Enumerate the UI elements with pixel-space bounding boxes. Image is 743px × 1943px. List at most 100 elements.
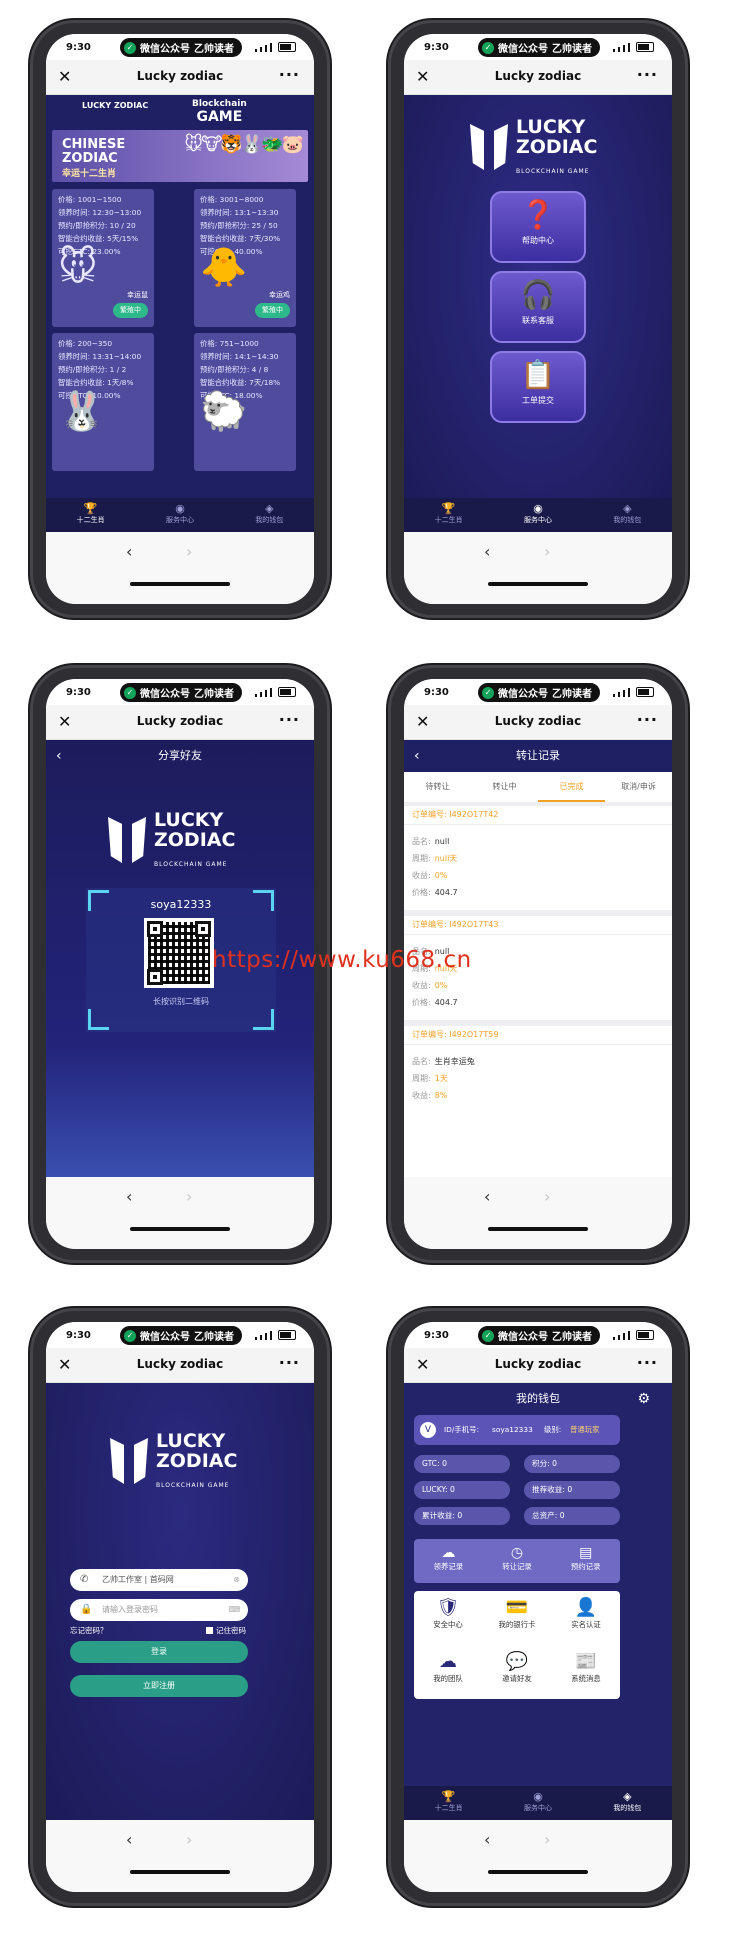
more-icon[interactable]: ··· bbox=[279, 1353, 300, 1372]
zodiac-banner[interactable]: CHINESE ZODIAC 幸运十二生肖 🐭🐮🐯🐰🐲🐷 bbox=[52, 130, 308, 182]
reservation-records-button[interactable]: ▤ 预约记录 bbox=[551, 1539, 620, 1583]
security-center-button[interactable]: 🛡 安全中心 bbox=[414, 1591, 482, 1643]
wechat-account: 乙帅读者 bbox=[552, 689, 592, 700]
back-icon[interactable]: ‹ bbox=[414, 740, 420, 772]
home-indicator[interactable] bbox=[130, 582, 230, 586]
records-bar: ☁ 领养记录 ◷ 转让记录 ▤ 预约记录 bbox=[414, 1539, 620, 1583]
service-icon: ◉ bbox=[533, 1790, 543, 1803]
tab-in-progress[interactable]: 转让中 bbox=[471, 772, 538, 802]
banner-title: CHINESE ZODIAC bbox=[62, 138, 125, 166]
home-indicator[interactable] bbox=[488, 1870, 588, 1874]
more-icon[interactable]: ··· bbox=[279, 710, 300, 729]
logo-line1: LUCKY bbox=[154, 809, 224, 831]
forward-icon[interactable]: › bbox=[186, 542, 192, 561]
forward-icon[interactable]: › bbox=[544, 1830, 550, 1849]
home-indicator[interactable] bbox=[488, 1227, 588, 1231]
grid-label: 实名认证 bbox=[571, 1620, 601, 1629]
tab-wallet[interactable]: ◈ 我的钱包 bbox=[583, 498, 672, 532]
wechat-icon: ✓ bbox=[482, 41, 494, 54]
more-icon[interactable]: ··· bbox=[279, 65, 300, 84]
forward-icon[interactable]: › bbox=[186, 1187, 192, 1206]
tab-service[interactable]: ◉ 服务中心 bbox=[493, 1786, 582, 1820]
card-icon: 💳 bbox=[505, 1597, 529, 1618]
tab-pending[interactable]: 待转让 bbox=[404, 772, 471, 802]
qr-hint: 长按识别二维码 bbox=[153, 997, 209, 1006]
forgot-password-link[interactable]: 忘记密码？ bbox=[70, 1625, 108, 1636]
page-title: Lucky zodiac bbox=[494, 69, 582, 83]
bank-card-button[interactable]: 💳 我的银行卡 bbox=[483, 1591, 551, 1643]
back-icon[interactable]: ‹ bbox=[126, 1830, 132, 1849]
order-card[interactable]: 订单编号: I492O17T42 品名: null 周期: null天 收益: 0% … bbox=[404, 806, 672, 910]
tab-service[interactable]: ◉ 服务中心 bbox=[493, 498, 582, 532]
invite-friends-button[interactable]: 💬 邀请好友 bbox=[483, 1645, 551, 1697]
more-icon[interactable]: ··· bbox=[637, 1353, 658, 1372]
more-icon[interactable]: ··· bbox=[637, 65, 658, 84]
home-indicator[interactable] bbox=[130, 1227, 230, 1231]
back-icon[interactable]: ‹ bbox=[484, 1830, 490, 1849]
settings-gear-icon[interactable]: ⚙ bbox=[637, 1383, 650, 1415]
back-icon[interactable]: ‹ bbox=[126, 542, 132, 561]
card-status-button[interactable]: 繁殖中 bbox=[255, 303, 290, 318]
order-card[interactable]: 订单编号: I492O17T59 品名: 生肖幸运兔 周期: 1天 收益: 8% bbox=[404, 1026, 672, 1177]
more-icon[interactable]: ··· bbox=[637, 710, 658, 729]
forward-icon[interactable]: › bbox=[544, 542, 550, 561]
card-time: 领养时间: 13:31~14:00 bbox=[58, 352, 142, 361]
back-icon[interactable]: ‹ bbox=[484, 542, 490, 561]
zodiac-card[interactable]: 价格: 3001~8000 领养时间: 13:1~13:30 预约/即抢积分: … bbox=[194, 189, 296, 327]
tab-service[interactable]: ◉ 服务中心 bbox=[135, 498, 224, 532]
wechat-label: 微信公众号 bbox=[498, 1332, 548, 1343]
page-title: Lucky zodiac bbox=[494, 714, 582, 728]
browser-nav: ‹ › bbox=[404, 1820, 672, 1892]
verification-button[interactable]: 👤 实名认证 bbox=[552, 1591, 620, 1643]
zodiac-card[interactable]: 价格: 1001~1500 领养时间: 12:30~13:00 预约/即抢积分:… bbox=[52, 189, 154, 327]
card-yield: 智能合约收益: 5天/15% bbox=[58, 234, 139, 243]
status-time: 9:30 bbox=[66, 1330, 91, 1341]
tab-label: 我的钱包 bbox=[613, 1804, 642, 1812]
title-bar: ✕ Lucky zodiac ··· bbox=[404, 705, 672, 740]
zodiac-card[interactable]: 价格: 200~350 领养时间: 13:31~14:00 预约/即抢积分: 1… bbox=[52, 333, 154, 471]
tab-cancel-appeal[interactable]: 取消/申诉 bbox=[605, 772, 672, 802]
back-icon[interactable]: ‹ bbox=[484, 1187, 490, 1206]
back-icon[interactable]: ‹ bbox=[126, 1187, 132, 1206]
cloud-upload-icon: ☁ bbox=[441, 1545, 456, 1561]
clear-icon[interactable]: ⊗ bbox=[233, 1569, 240, 1591]
app-logo: LUCKY ZODIAC BLOCKCHAIN GAME bbox=[110, 1431, 237, 1491]
forward-icon[interactable]: › bbox=[544, 1187, 550, 1206]
card-status-button[interactable]: 繁殖中 bbox=[113, 303, 148, 318]
keyboard-icon[interactable]: ⌨ bbox=[228, 1599, 240, 1621]
title-bar: ✕ Lucky zodiac ··· bbox=[404, 1348, 672, 1383]
zodiac-card[interactable]: 价格: 751~1000 领养时间: 14:1~14:30 预约/即抢积分: 4… bbox=[194, 333, 296, 471]
transfer-records-button[interactable]: ◷ 转让记录 bbox=[483, 1539, 552, 1583]
tab-wallet[interactable]: ◈ 我的钱包 bbox=[583, 1786, 672, 1820]
forward-icon[interactable]: › bbox=[186, 1830, 192, 1849]
home-indicator[interactable] bbox=[130, 1870, 230, 1874]
back-icon[interactable]: ‹ bbox=[56, 740, 62, 772]
submit-ticket-button[interactable]: 📋 工单提交 bbox=[490, 351, 586, 423]
remember-checkbox[interactable] bbox=[206, 1627, 213, 1634]
login-button[interactable]: 登录 bbox=[70, 1641, 248, 1663]
zodiac-characters-image: 🐭🐮🐯🐰🐲🐷 bbox=[184, 134, 304, 155]
my-team-button[interactable]: ☁ 我的团队 bbox=[414, 1645, 482, 1697]
trophy-icon: 🏆 bbox=[441, 502, 456, 515]
title-bar: ✕ Lucky zodiac ··· bbox=[46, 1348, 314, 1383]
register-button[interactable]: 立即注册 bbox=[70, 1675, 248, 1697]
remember-password[interactable]: 记住密码 bbox=[206, 1625, 246, 1636]
wallet-header: 我的钱包 ⚙ bbox=[404, 1383, 672, 1415]
help-center-button[interactable]: ❓ 帮助中心 bbox=[490, 191, 586, 263]
status-bar: 9:30 ✓ 微信公众号 乙帅读者 bbox=[46, 679, 314, 705]
tab-zodiac[interactable]: 🏆 十二生肖 bbox=[46, 498, 135, 532]
tab-completed[interactable]: 已完成 bbox=[538, 772, 605, 802]
home-indicator[interactable] bbox=[488, 582, 588, 586]
phone-field[interactable]: ✆ 乙帅工作室 | 首码网 ⊗ bbox=[70, 1569, 248, 1591]
phone-value: 乙帅工作室 | 首码网 bbox=[102, 1575, 174, 1584]
qr-code[interactable] bbox=[144, 918, 214, 988]
password-field[interactable]: 🔒 请输入登录密码 ⌨ bbox=[70, 1599, 248, 1621]
tab-zodiac[interactable]: 🏆 十二生肖 bbox=[404, 498, 493, 532]
system-messages-button[interactable]: 📰 系统消息 bbox=[552, 1645, 620, 1697]
tab-wallet[interactable]: ◈ 我的钱包 bbox=[225, 498, 314, 532]
adopt-records-button[interactable]: ☁ 领养记录 bbox=[414, 1539, 483, 1583]
wechat-label: 微信公众号 bbox=[498, 44, 548, 55]
contact-support-button[interactable]: 🎧 联系客服 bbox=[490, 271, 586, 343]
header-logo-right: Blockchain GAME bbox=[192, 99, 247, 125]
tab-zodiac[interactable]: 🏆 十二生肖 bbox=[404, 1786, 493, 1820]
